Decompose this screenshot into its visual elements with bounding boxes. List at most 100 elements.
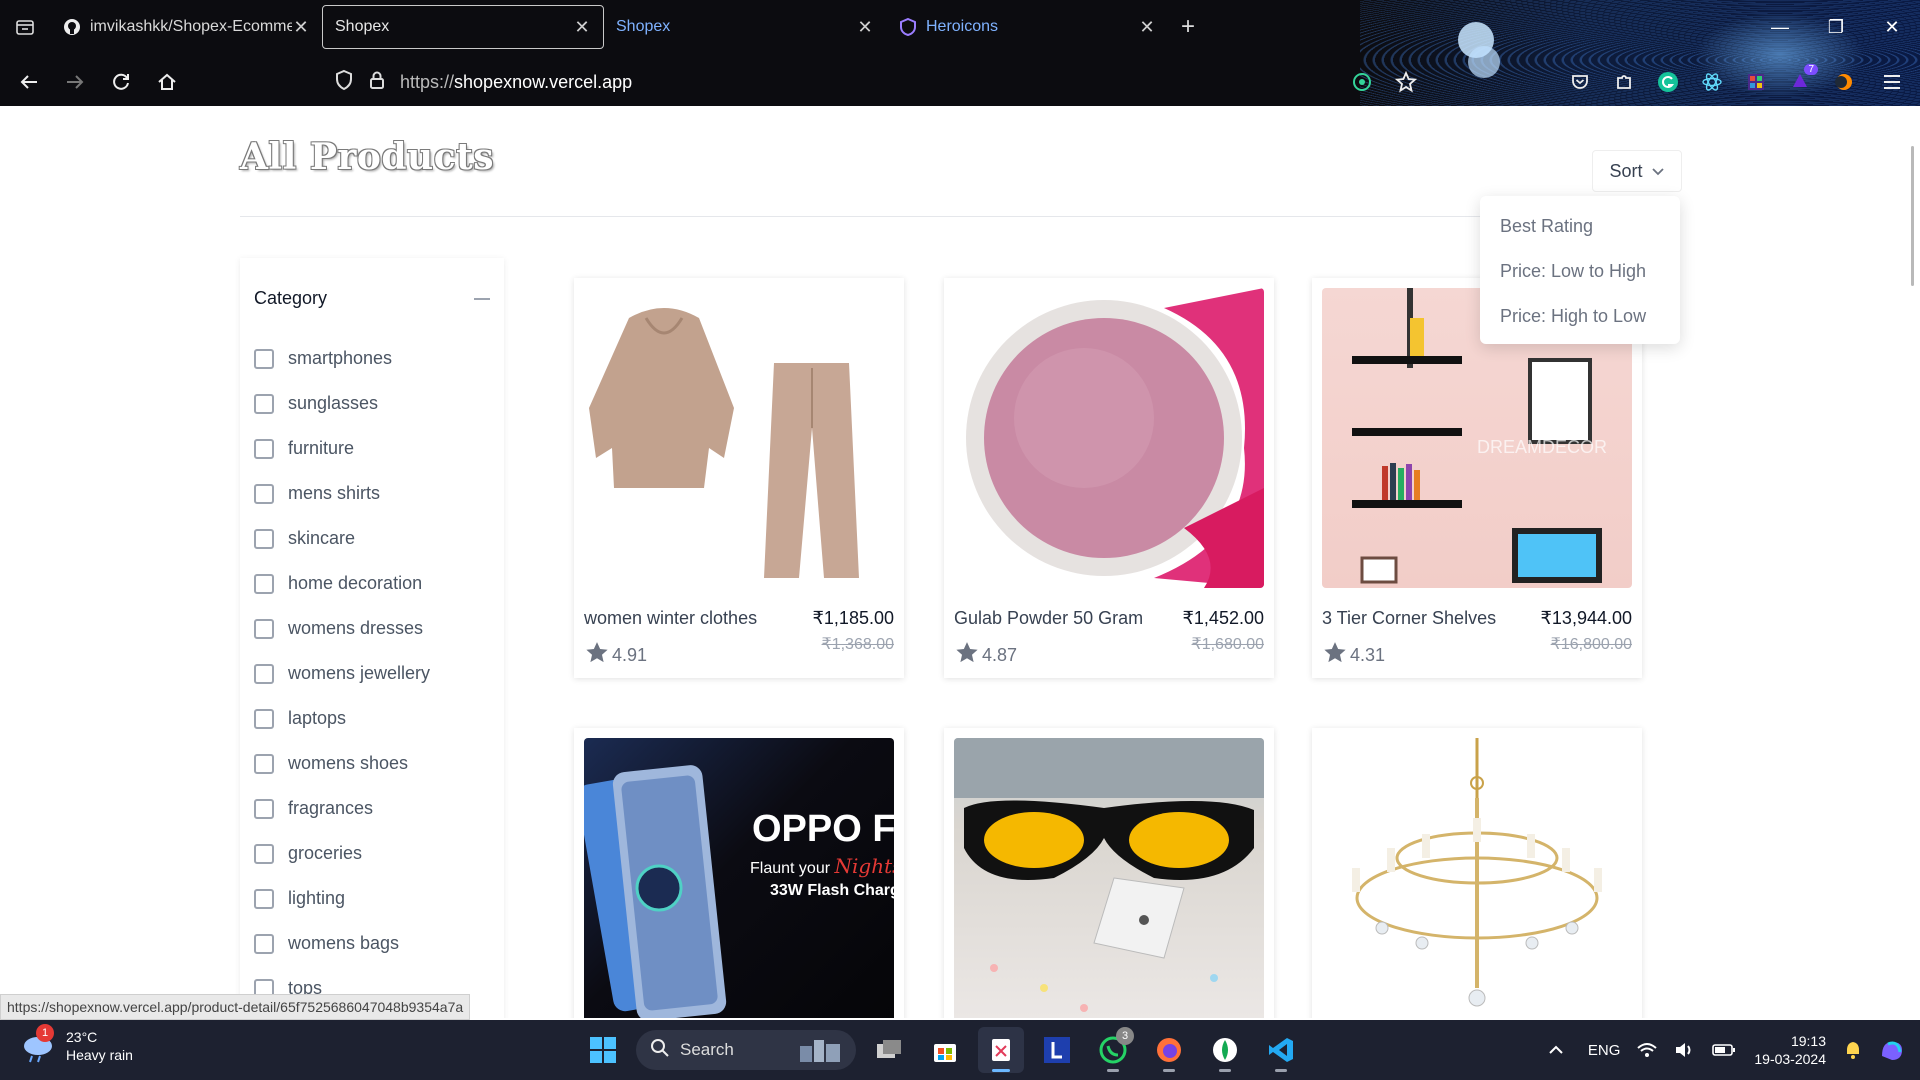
battery-icon[interactable] (1712, 1043, 1736, 1057)
volume-icon[interactable] (1674, 1041, 1696, 1059)
checkbox[interactable] (254, 663, 274, 684)
checkbox[interactable] (254, 483, 274, 504)
filter-item-mens-shirts[interactable]: mens shirts (254, 471, 430, 516)
restore-icon[interactable]: ❐ (1808, 0, 1864, 54)
color-grid-extension-icon[interactable] (1734, 62, 1778, 102)
close-tab-icon[interactable]: ✕ (856, 17, 874, 38)
weather-widget[interactable]: 1 23°C Heavy rain (20, 1024, 133, 1064)
wifi-icon[interactable] (1636, 1041, 1658, 1059)
tab-shopex[interactable]: Shopex ✕ (604, 5, 886, 49)
rating-value: 4.87 (982, 645, 1018, 665)
filter-item-womens-jewellery[interactable]: womens jewellery (254, 651, 430, 696)
filter-item-womens-bags[interactable]: womens bags (254, 921, 430, 966)
filter-item-laptops[interactable]: laptops (254, 696, 430, 741)
react-devtools-icon[interactable] (1690, 62, 1734, 102)
sort-option-price-low-high[interactable]: Price: Low to High (1480, 249, 1680, 294)
toolbar-extensions: 7 (1340, 58, 1914, 106)
collapse-icon[interactable] (474, 297, 490, 300)
sort-option-price-high-low[interactable]: Price: High to Low (1480, 294, 1680, 339)
filter-item-womens-shoes[interactable]: womens shoes (254, 741, 430, 786)
checkbox[interactable] (254, 438, 274, 459)
target-extension-icon[interactable] (1340, 62, 1384, 102)
tab-heroicons[interactable]: Heroicons ✕ (886, 5, 1168, 49)
page-scrollbar[interactable] (1911, 146, 1914, 286)
close-tab-icon[interactable]: ✕ (573, 17, 591, 38)
home-icon[interactable] (144, 62, 190, 102)
app-menu-icon[interactable] (1870, 62, 1914, 102)
filter-item-smartphones[interactable]: smartphones (254, 336, 430, 381)
product-card[interactable]: Gulab Powder 50 Gram ₹1,452.00 ₹1,680.00… (944, 278, 1274, 678)
product-image[interactable] (584, 288, 894, 588)
notification-bell-icon[interactable] (1844, 1040, 1862, 1060)
lock-icon[interactable] (368, 70, 386, 95)
tab-shopex-active[interactable]: Shopex ✕ (322, 5, 604, 49)
back-icon[interactable] (6, 62, 52, 102)
checkbox[interactable] (254, 708, 274, 729)
product-image[interactable]: OPPO F1 Flaunt your Nights 33W Flash Cha… (584, 738, 894, 1018)
forward-icon[interactable] (52, 62, 98, 102)
close-tab-icon[interactable]: ✕ (292, 17, 310, 38)
pocket-icon[interactable] (1558, 62, 1602, 102)
checkbox[interactable] (254, 573, 274, 594)
bookmark-star-icon[interactable] (1384, 62, 1428, 102)
whatsapp-icon[interactable]: 3 (1090, 1027, 1136, 1073)
product-card[interactable] (1312, 728, 1642, 1018)
tab-list-icon[interactable] (0, 0, 50, 54)
tab-github[interactable]: imvikashkk/Shopex-Ecommerce ✕ (50, 5, 322, 49)
checkbox[interactable] (254, 348, 274, 369)
product-card[interactable]: OPPO F1 Flaunt your Nights 33W Flash Cha… (574, 728, 904, 1018)
checkbox[interactable] (254, 933, 274, 954)
windows-start-icon[interactable] (580, 1027, 626, 1073)
product-image[interactable] (954, 738, 1264, 1018)
filter-item-fragrances[interactable]: fragrances (254, 786, 430, 831)
taskbar-search[interactable]: Search (636, 1030, 856, 1070)
language-indicator[interactable]: ENG (1588, 1042, 1621, 1059)
filter-item-lighting[interactable]: lighting (254, 876, 430, 921)
checkbox[interactable] (254, 843, 274, 864)
product-card[interactable]: women winter clothes ₹1,185.00 ₹1,368.00… (574, 278, 904, 678)
clock[interactable]: 19:13 19-03-2024 (1754, 1032, 1826, 1068)
task-view-icon[interactable] (866, 1027, 912, 1073)
snipping-tool-icon[interactable] (978, 1027, 1024, 1073)
filter-item-groceries[interactable]: groceries (254, 831, 430, 876)
vscode-icon[interactable] (1258, 1027, 1304, 1073)
filter-item-label: lighting (288, 888, 346, 908)
reload-icon[interactable] (98, 62, 144, 102)
filter-item-womens-dresses[interactable]: womens dresses (254, 606, 430, 651)
chevron-up-icon[interactable] (1548, 1045, 1564, 1055)
filter-item-skincare[interactable]: skincare (254, 516, 430, 561)
minimize-icon[interactable]: — (1752, 0, 1808, 54)
filter-item-home-decoration[interactable]: home decoration (254, 561, 430, 606)
tracking-shield-icon[interactable] (334, 69, 354, 96)
profile-extension-icon[interactable] (1822, 62, 1866, 102)
grammarly-icon[interactable] (1646, 62, 1690, 102)
microsoft-store-icon[interactable] (922, 1027, 968, 1073)
star-icon (954, 640, 980, 671)
checkbox[interactable] (254, 618, 274, 639)
sort-option-best-rating[interactable]: Best Rating (1480, 204, 1680, 249)
copilot-icon[interactable] (1878, 1036, 1906, 1064)
product-image[interactable] (1322, 738, 1632, 1018)
url-text[interactable]: https://shopexnow.vercel.app (400, 72, 632, 93)
close-tab-icon[interactable]: ✕ (1138, 17, 1156, 38)
filter-item-furniture[interactable]: furniture (254, 426, 430, 471)
product-card[interactable] (944, 728, 1274, 1018)
new-tab-button[interactable]: + (1168, 5, 1208, 49)
notifications-extension-icon[interactable]: 7 (1778, 62, 1822, 102)
checkbox[interactable] (254, 888, 274, 909)
checkbox[interactable] (254, 753, 274, 774)
firefox-icon[interactable] (1146, 1027, 1192, 1073)
extensions-puzzle-icon[interactable] (1602, 62, 1646, 102)
url-bar[interactable]: https://shopexnow.vercel.app (334, 58, 632, 106)
checkbox[interactable] (254, 393, 274, 414)
close-window-icon[interactable]: ✕ (1864, 0, 1920, 54)
category-filter-header[interactable]: Category (254, 288, 490, 309)
product-image[interactable] (954, 288, 1264, 588)
sort-button[interactable]: Sort (1592, 150, 1682, 192)
filter-item-sunglasses[interactable]: sunglasses (254, 381, 430, 426)
search-label: Search (680, 1040, 734, 1059)
l-app-icon[interactable] (1034, 1027, 1080, 1073)
mongodb-compass-icon[interactable] (1202, 1027, 1248, 1073)
checkbox[interactable] (254, 798, 274, 819)
checkbox[interactable] (254, 528, 274, 549)
